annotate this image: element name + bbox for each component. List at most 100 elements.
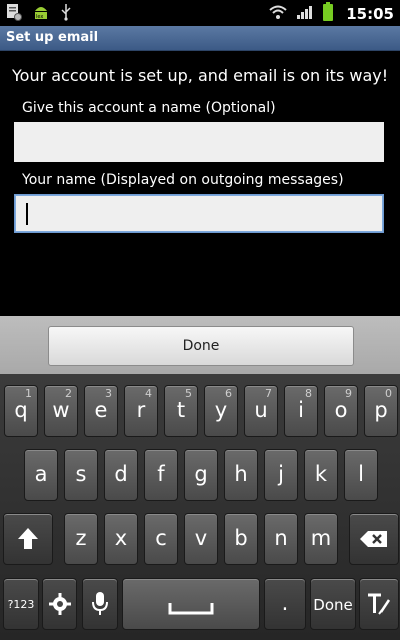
key-label: j: [278, 462, 284, 486]
key-label: d: [114, 462, 128, 486]
key-label: s: [75, 462, 87, 486]
key-e[interactable]: e3: [84, 385, 118, 437]
period-key-label: .: [281, 591, 289, 615]
key-number-hint: 0: [385, 387, 392, 400]
symbols-key-label: ?123: [7, 598, 35, 611]
microphone-icon: [90, 592, 110, 621]
key-a[interactable]: a: [24, 449, 58, 501]
key-label: h: [234, 462, 248, 486]
text-cursor: [26, 203, 28, 225]
space-bar-icon: [168, 600, 214, 619]
key-label: a: [34, 462, 48, 486]
key-x[interactable]: x: [104, 513, 138, 565]
shift-key[interactable]: [3, 513, 53, 565]
key-l[interactable]: l: [344, 449, 378, 501]
key-label: g: [194, 462, 208, 486]
key-s[interactable]: s: [64, 449, 98, 501]
clock: 15:05: [346, 5, 394, 23]
key-number-hint: 1: [25, 387, 32, 400]
status-right-icons: 15:05: [268, 2, 394, 26]
gear-icon: [48, 593, 72, 620]
key-label: e: [94, 398, 108, 422]
symbols-key[interactable]: ?123: [3, 578, 39, 630]
notification-doc-icon: [6, 3, 22, 25]
text-input-icon: [366, 593, 392, 620]
key-label: m: [310, 526, 332, 550]
key-w[interactable]: w2: [44, 385, 78, 437]
settings-key[interactable]: [42, 578, 77, 630]
key-z[interactable]: z: [64, 513, 98, 565]
voice-input-key[interactable]: [82, 578, 118, 630]
key-number-hint: 2: [65, 387, 72, 400]
key-label: v: [194, 526, 208, 550]
key-number-hint: 8: [305, 387, 312, 400]
wifi-icon: [268, 4, 288, 24]
key-j[interactable]: j: [264, 449, 298, 501]
period-key[interactable]: .: [264, 578, 306, 630]
key-c[interactable]: c: [144, 513, 178, 565]
key-label: o: [334, 398, 348, 422]
usb-icon: [60, 3, 72, 25]
key-number-hint: 6: [225, 387, 232, 400]
key-label: f: [157, 462, 165, 486]
key-label: r: [136, 398, 146, 422]
key-label: q: [14, 398, 28, 422]
key-y[interactable]: y6: [204, 385, 238, 437]
key-label: t: [176, 398, 186, 422]
your-name-field[interactable]: [14, 194, 384, 233]
key-label: l: [358, 462, 364, 486]
key-n[interactable]: n: [264, 513, 298, 565]
space-key[interactable]: [122, 578, 260, 630]
keyboard-done-label: Done: [313, 596, 353, 614]
signal-icon: [296, 4, 314, 24]
key-label: x: [114, 526, 128, 550]
account-name-label: Give this account a name (Optional): [22, 100, 276, 116]
key-t[interactable]: t5: [164, 385, 198, 437]
backspace-icon: [359, 531, 389, 553]
title-bar: Set up email: [0, 26, 400, 51]
key-label: z: [75, 526, 87, 550]
key-label: n: [274, 526, 288, 550]
keyboard-done-key[interactable]: Done: [310, 578, 356, 630]
android-icon: lex: [32, 3, 50, 25]
key-label: i: [298, 398, 304, 422]
key-m[interactable]: m: [304, 513, 338, 565]
backspace-key[interactable]: [349, 513, 399, 565]
key-label: k: [314, 462, 328, 486]
key-number-hint: 4: [145, 387, 152, 400]
key-d[interactable]: d: [104, 449, 138, 501]
key-k[interactable]: k: [304, 449, 338, 501]
battery-icon: [322, 2, 334, 26]
shift-arrow-icon: [15, 528, 41, 556]
key-b[interactable]: b: [224, 513, 258, 565]
keyboard: q1w2e3r4t5y6u7i8o9p0 asdfghjkl zxcvbnm ?…: [0, 374, 400, 640]
key-o[interactable]: o9: [324, 385, 358, 437]
key-label: y: [214, 398, 228, 422]
key-i[interactable]: i8: [284, 385, 318, 437]
status-left-icons: lex: [6, 3, 72, 25]
svg-text:lex: lex: [36, 14, 43, 20]
key-g[interactable]: g: [184, 449, 218, 501]
key-number-hint: 9: [345, 387, 352, 400]
key-number-hint: 7: [265, 387, 272, 400]
key-f[interactable]: f: [144, 449, 178, 501]
done-bar: Done: [0, 316, 400, 374]
key-h[interactable]: h: [224, 449, 258, 501]
key-number-hint: 3: [105, 387, 112, 400]
key-u[interactable]: u7: [244, 385, 278, 437]
key-label: p: [374, 398, 388, 422]
key-v[interactable]: v: [184, 513, 218, 565]
setup-headline: Your account is set up, and email is on …: [12, 66, 389, 85]
account-name-field[interactable]: [14, 122, 384, 162]
key-p[interactable]: p0: [364, 385, 398, 437]
key-label: u: [254, 398, 268, 422]
key-r[interactable]: r4: [124, 385, 158, 437]
done-button[interactable]: Done: [48, 326, 354, 366]
key-label: c: [155, 526, 167, 550]
status-bar: lex 15:05: [0, 0, 400, 25]
text-input-key[interactable]: [359, 578, 399, 630]
key-label: b: [234, 526, 248, 550]
key-q[interactable]: q1: [4, 385, 38, 437]
key-label: w: [52, 398, 70, 422]
your-name-label: Your name (Displayed on outgoing message…: [22, 172, 344, 188]
